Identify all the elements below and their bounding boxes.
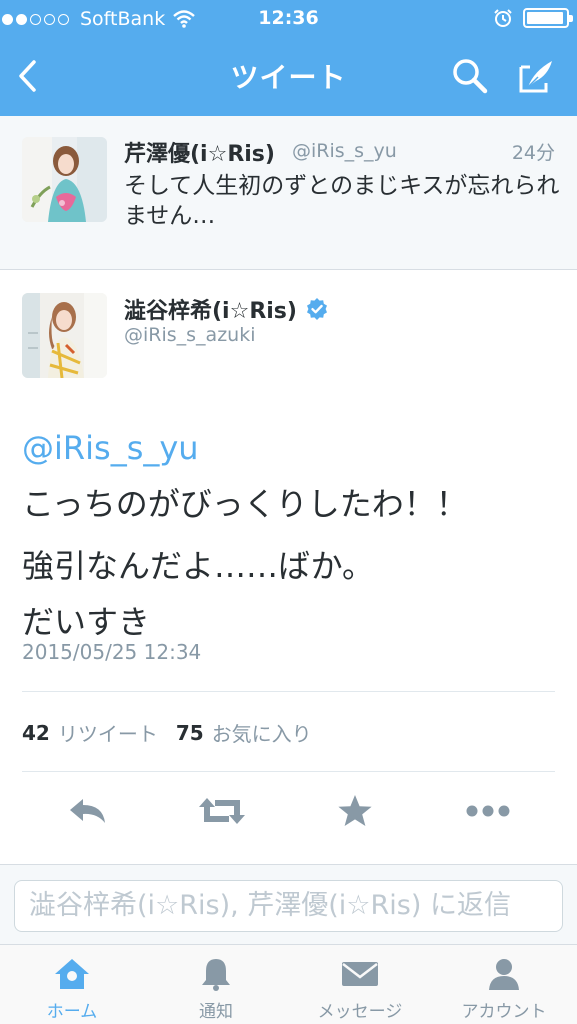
favorite-star-icon: [336, 793, 374, 829]
nav-bar: ツイート: [0, 38, 577, 116]
tab-home[interactable]: ホーム: [0, 945, 144, 1024]
context-tweet-text: そして人生初のずとのまじキスが忘れられません…: [124, 173, 560, 229]
author-name-text: 澁谷梓希(i☆Ris): [124, 299, 297, 324]
context-tweet-time: 24分: [511, 142, 555, 164]
tweet-line: 強引なんだよ……ばか。: [22, 547, 375, 585]
retweet-label[interactable]: リツイート: [58, 718, 158, 747]
reply-icon: [67, 795, 109, 827]
retweet-count[interactable]: 42: [22, 721, 50, 745]
status-bar: SoftBank 12:36: [0, 0, 577, 38]
compose-icon: [516, 57, 556, 95]
tweet-text: @iRis_s_yu こっちのがびっくりしたわ！！ 強引なんだよ……ばか。 だい…: [22, 420, 562, 650]
retweet-icon: [197, 794, 247, 828]
favorite-count[interactable]: 75: [176, 721, 204, 745]
tab-label: アカウント: [461, 1002, 547, 1022]
tab-notifications[interactable]: 通知: [144, 945, 288, 1024]
context-author-handle: @iRis_s_yu: [292, 140, 397, 162]
favorite-label[interactable]: お気に入り: [212, 718, 312, 747]
tab-bar: ホーム 通知 メッセージ アカウント: [0, 944, 577, 1024]
tweet-actions: [0, 778, 577, 844]
more-icon: [465, 804, 511, 818]
context-tweet[interactable]: 芹澤優(i☆Ris) @iRis_s_yu 24分 そして人生初のずとのまじキス…: [0, 116, 577, 270]
person-icon: [486, 955, 522, 993]
avatar[interactable]: [22, 293, 107, 378]
divider: [22, 771, 555, 772]
mention-link[interactable]: @iRis_s_yu: [22, 420, 562, 476]
battery-level: [527, 12, 564, 24]
tab-label: ホーム: [46, 1002, 98, 1022]
retweet-button[interactable]: [192, 788, 252, 834]
battery-icon: [523, 8, 573, 28]
context-author-name[interactable]: 芹澤優(i☆Ris): [124, 136, 275, 168]
search-button[interactable]: [448, 56, 492, 96]
alarm-clock-icon: [493, 8, 513, 28]
tab-messages[interactable]: メッセージ: [288, 945, 432, 1024]
tweet-author-name[interactable]: 澁谷梓希(i☆Ris): [124, 293, 329, 325]
favorite-button[interactable]: [325, 788, 385, 834]
reply-button[interactable]: [58, 788, 118, 834]
envelope-icon: [340, 955, 380, 993]
status-right: [493, 8, 573, 28]
home-icon: [52, 955, 92, 993]
tweet-author-handle: @iRis_s_azuki: [124, 324, 256, 346]
tab-label: 通知: [199, 1002, 233, 1022]
tweet-stats: 42 リツイート 75 お気に入り: [22, 718, 330, 747]
tab-label: メッセージ: [317, 1002, 403, 1022]
tweet-line: こっちのがびっくりしたわ！！: [22, 485, 468, 523]
reply-bar: 澁谷梓希(i☆Ris), 芹澤優(i☆Ris) に返信: [0, 864, 577, 944]
tab-account[interactable]: アカウント: [432, 945, 576, 1024]
avatar[interactable]: [22, 137, 107, 222]
divider: [22, 691, 555, 692]
search-icon: [451, 57, 489, 95]
bell-icon: [198, 955, 234, 993]
more-button[interactable]: [458, 788, 518, 834]
status-time: 12:36: [258, 7, 319, 29]
compose-button[interactable]: [514, 56, 558, 96]
verified-badge-icon: [305, 297, 329, 321]
tweet-timestamp: 2015/05/25 12:34: [22, 640, 202, 664]
app-header: SoftBank 12:36 ツイート: [0, 0, 577, 116]
reply-input[interactable]: 澁谷梓希(i☆Ris), 芹澤優(i☆Ris) に返信: [14, 880, 563, 932]
